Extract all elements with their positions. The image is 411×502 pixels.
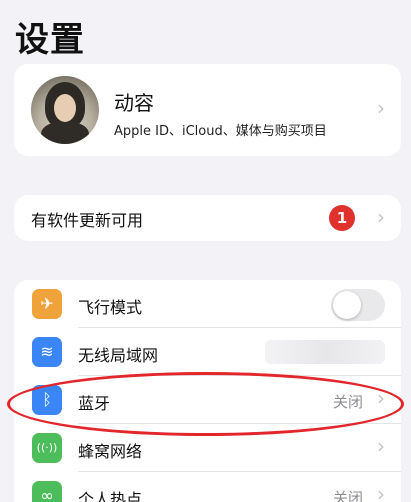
personal-hotspot-status: 关闭 bbox=[332, 489, 363, 502]
chevron-right-icon: › bbox=[377, 386, 385, 410]
hotspot-icon: ∞ bbox=[32, 481, 62, 502]
wifi-label: 无线局域网 bbox=[78, 346, 159, 365]
bluetooth-status: 关闭 bbox=[332, 393, 363, 411]
connectivity-list: ✈ 飞行模式 ≋ 无线局域网 ᛒ 蓝牙 关闭 › ((·)) 蜂窝网络 › ∞ … bbox=[14, 280, 401, 502]
apple-id-card[interactable]: 动容 Apple ID、iCloud、媒体与购买项目 › bbox=[14, 64, 401, 156]
airplane-icon: ✈ bbox=[32, 289, 62, 319]
chevron-right-icon: › bbox=[377, 482, 385, 502]
toggle-knob bbox=[333, 291, 361, 319]
airplane-mode-label: 飞行模式 bbox=[78, 298, 143, 317]
chevron-right-icon: › bbox=[377, 434, 385, 458]
cellular-row[interactable]: ((·)) 蜂窝网络 › bbox=[14, 424, 401, 472]
personal-hotspot-label: 个人热点 bbox=[78, 490, 143, 502]
software-update-row[interactable]: 有软件更新可用 1 › bbox=[14, 195, 401, 241]
profile-name: 动容 bbox=[114, 91, 154, 115]
cellular-label: 蜂窝网络 bbox=[78, 442, 143, 461]
airplane-mode-row: ✈ 飞行模式 bbox=[14, 280, 401, 328]
profile-subtitle: Apple ID、iCloud、媒体与购买项目 bbox=[114, 124, 327, 139]
update-badge: 1 bbox=[329, 205, 355, 231]
avatar bbox=[31, 76, 99, 144]
chevron-right-icon: › bbox=[377, 205, 385, 229]
bluetooth-row[interactable]: ᛒ 蓝牙 关闭 › bbox=[14, 376, 401, 424]
wifi-row[interactable]: ≋ 无线局域网 bbox=[14, 328, 401, 376]
personal-hotspot-row[interactable]: ∞ 个人热点 关闭 › bbox=[14, 472, 401, 502]
software-update-label: 有软件更新可用 bbox=[31, 211, 144, 230]
wifi-icon: ≋ bbox=[32, 337, 62, 367]
bluetooth-label: 蓝牙 bbox=[78, 394, 111, 413]
page-title: 设置 bbox=[15, 20, 85, 60]
airplane-mode-toggle[interactable] bbox=[331, 289, 385, 321]
chevron-right-icon: › bbox=[377, 96, 385, 120]
wifi-network-value-blurred bbox=[265, 340, 385, 364]
bluetooth-icon: ᛒ bbox=[32, 385, 62, 415]
cellular-icon: ((·)) bbox=[32, 433, 62, 463]
